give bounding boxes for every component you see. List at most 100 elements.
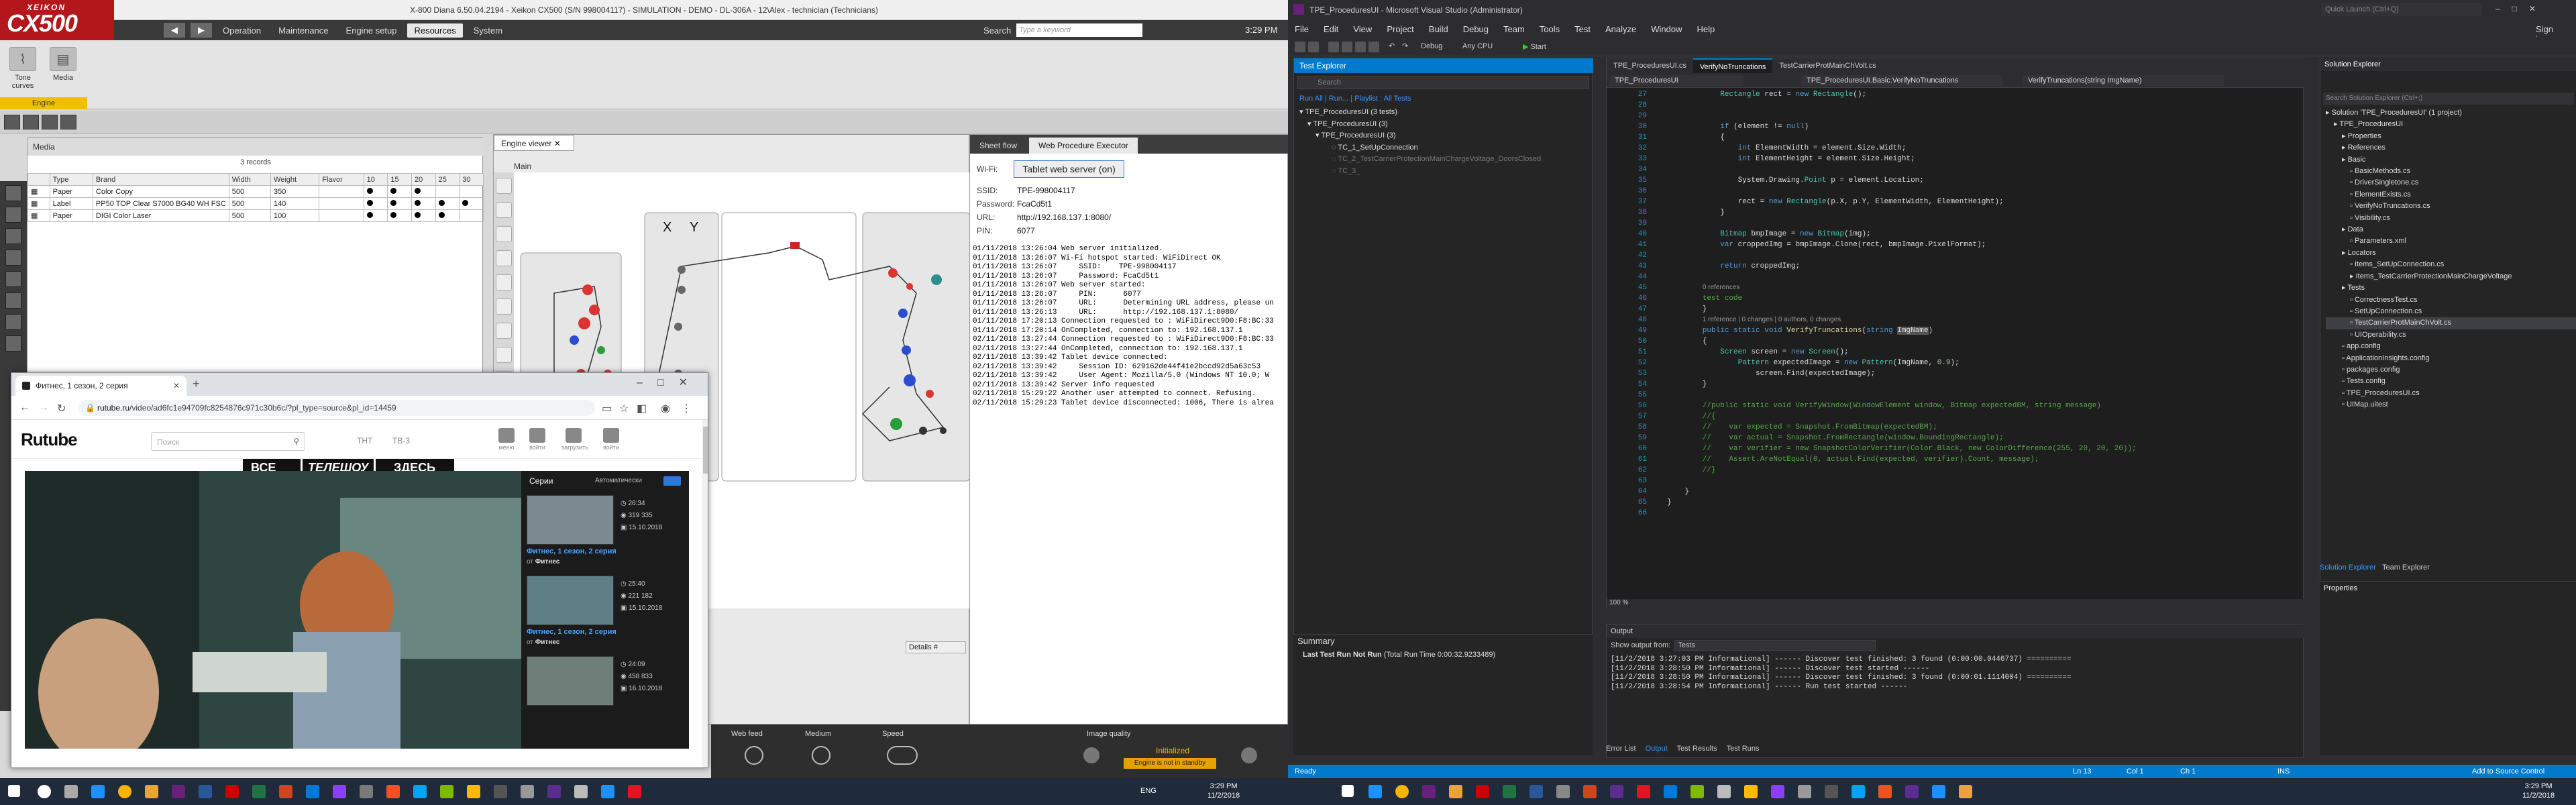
solution-node[interactable]: ▫ Tests.config: [2326, 376, 2576, 387]
output-source-select[interactable]: Tests: [1674, 640, 1876, 651]
solution-node[interactable]: ▸ Solution 'TPE_ProceduresUI' (1 project…: [2326, 107, 2576, 119]
quick-launch-input[interactable]: Quick Launch (Ctrl+Q): [2321, 3, 2482, 16]
engine-tool-icon[interactable]: [496, 202, 512, 218]
solution-node[interactable]: ▫ ElementExists.cs: [2326, 189, 2576, 201]
strip-icon[interactable]: [5, 335, 21, 352]
menu-system[interactable]: System: [467, 23, 509, 38]
search-icon[interactable]: ⚲: [293, 432, 299, 451]
channel-tnt[interactable]: ТНТ: [357, 436, 372, 445]
app-icon[interactable]: [521, 785, 534, 798]
cortana-icon[interactable]: [38, 785, 51, 798]
solution-node[interactable]: ▫ DriverSingletone.cs: [2326, 177, 2576, 189]
app-icon-2[interactable]: [1583, 785, 1597, 798]
strip-icon[interactable]: [5, 314, 21, 330]
toolbar-icon-4[interactable]: [60, 115, 76, 129]
stop-icon[interactable]: [1241, 747, 1257, 763]
solution-node[interactable]: ▫ SetUpConnection.cs: [2326, 306, 2576, 317]
col-15[interactable]: 15: [387, 173, 412, 186]
zoom-level[interactable]: 100 %: [1607, 599, 2304, 608]
col-weight[interactable]: Weight: [270, 173, 320, 186]
engine-tool-icon[interactable]: [496, 250, 512, 266]
app-icon[interactable]: [467, 785, 480, 798]
autoplay-toggle[interactable]: [663, 476, 681, 486]
menu-engine-setup[interactable]: Engine setup: [339, 23, 404, 38]
back-icon[interactable]: ◀: [164, 23, 185, 38]
editor-tab-active[interactable]: VerifyNoTruncations: [1693, 58, 1773, 73]
system-clock[interactable]: 3:29 PM 11/2/2018: [1208, 782, 1240, 800]
solution-node[interactable]: ▸ Basic: [2326, 154, 2576, 166]
editor-tab[interactable]: TPE_ProceduresUI.cs: [1607, 58, 1693, 73]
vs-menu-project[interactable]: Project: [1387, 24, 1413, 34]
browser-tab[interactable]: Фитнес, 1 сезон, 2 серия ✕: [15, 376, 186, 396]
code-text[interactable]: Rectangle rect = new Rectangle(); if (el…: [1667, 89, 2137, 508]
forward-icon[interactable]: →: [38, 402, 49, 414]
app-icon-2[interactable]: [1744, 785, 1758, 798]
table-row[interactable]: ▦ Label PP50 TOP Clear S7000 BG40 WH FSC…: [28, 197, 484, 210]
page-scrollbar[interactable]: [702, 420, 708, 767]
app-icon[interactable]: [574, 785, 588, 798]
solution-node[interactable]: ▸ Locators: [2326, 248, 2576, 259]
app-icon[interactable]: [413, 785, 427, 798]
solution-node[interactable]: ▸ Tests: [2326, 282, 2576, 294]
tab-error-list[interactable]: Error List: [1606, 745, 1636, 758]
vs-menu-tools[interactable]: Tools: [1540, 24, 1560, 34]
solution-search-input[interactable]: Search Solution Explorer (Ctrl+;): [2323, 93, 2574, 105]
save-icon[interactable]: [1355, 42, 1366, 52]
table-row[interactable]: ▦ Paper DIGI Color Laser 500 100: [28, 209, 484, 222]
series-item-title[interactable]: Фитнес, 1 сезон, 2 серия: [527, 628, 616, 636]
app-icon[interactable]: [279, 785, 292, 798]
scroll-thumb[interactable]: [703, 427, 708, 474]
rutube-search[interactable]: Поиск ⚲: [151, 432, 305, 451]
undo-icon[interactable]: ↶: [1389, 42, 1395, 50]
app-icon[interactable]: [494, 785, 507, 798]
col-flavor[interactable]: Flavor: [319, 173, 364, 186]
test-node[interactable]: ▾ TPE_ProceduresUI (3): [1299, 119, 1588, 131]
vs-menu-debug[interactable]: Debug: [1463, 24, 1489, 34]
test-node[interactable]: ▾ TPE_ProceduresUI (3 tests): [1299, 107, 1588, 119]
tablet-web-server-button[interactable]: Tablet web server (on): [1014, 160, 1124, 178]
excel-icon[interactable]: [252, 785, 266, 798]
solution-node[interactable]: ▫ Parameters.xml: [2326, 235, 2576, 247]
vs-menu-build[interactable]: Build: [1429, 24, 1448, 34]
tab-output[interactable]: Output: [1646, 745, 1668, 758]
col-brand[interactable]: Brand: [92, 173, 229, 186]
test-node[interactable]: ◌ TC_1_SetUpConnection: [1299, 142, 1588, 154]
vs-menu-test[interactable]: Test: [1574, 24, 1591, 34]
app-icon[interactable]: [360, 785, 373, 798]
tab-team-explorer[interactable]: Team Explorer: [2382, 564, 2430, 572]
solution-node[interactable]: ▫ ApplicationInsights.config: [2326, 353, 2576, 364]
col-30[interactable]: 30: [459, 173, 484, 186]
app-icon-2[interactable]: [1556, 785, 1570, 798]
app-icon-2[interactable]: [1959, 785, 1972, 798]
app-icon-2[interactable]: [1932, 785, 1945, 798]
col-20[interactable]: 20: [411, 173, 436, 186]
start-button[interactable]: ▶ Start: [1523, 42, 1546, 51]
address-bar[interactable]: 🔒 rutube.ru/video/ad6fc1e94709fc8254876c…: [78, 400, 595, 416]
new-project-icon[interactable]: [1328, 42, 1339, 52]
app-icon-2[interactable]: [1825, 785, 1838, 798]
app-icon-2[interactable]: [1610, 785, 1623, 798]
tab-solution-explorer[interactable]: Solution Explorer: [2320, 564, 2376, 572]
chrome-icon-2[interactable]: [1395, 785, 1409, 798]
new-tab-icon[interactable]: +: [193, 377, 200, 391]
app-icon[interactable]: [333, 785, 346, 798]
system-clock-2[interactable]: 3:29 PM 11/2/2018: [2522, 782, 2555, 800]
web-feed-icon[interactable]: [745, 746, 763, 765]
solution-node[interactable]: ▸ Items_TestCarrierProtectionMainChargeV…: [2326, 271, 2576, 282]
vs-menu-window[interactable]: Window: [1651, 24, 1682, 34]
windows-start-icon-2[interactable]: [1342, 785, 1354, 797]
toolbar-icon-2[interactable]: [23, 115, 39, 129]
toolbar-icon-1[interactable]: [4, 115, 20, 129]
app-icon-2[interactable]: [1529, 785, 1543, 798]
author-name[interactable]: Фитнес: [535, 558, 560, 566]
vs-menu-analyze[interactable]: Analyze: [1605, 24, 1636, 34]
edge-icon-2[interactable]: [1368, 785, 1382, 798]
col-10[interactable]: 10: [363, 173, 388, 186]
col-width[interactable]: Width: [228, 173, 272, 186]
tab-test-results[interactable]: Test Results: [1677, 745, 1717, 758]
word-icon[interactable]: [199, 785, 212, 798]
nav-member-dropdown[interactable]: VerifyTruncations(string ImgName): [2023, 75, 2224, 86]
solution-node[interactable]: ▸ References: [2326, 142, 2576, 154]
signin-tool[interactable]: войти: [599, 428, 623, 451]
engine-tool-icon[interactable]: [496, 274, 512, 290]
